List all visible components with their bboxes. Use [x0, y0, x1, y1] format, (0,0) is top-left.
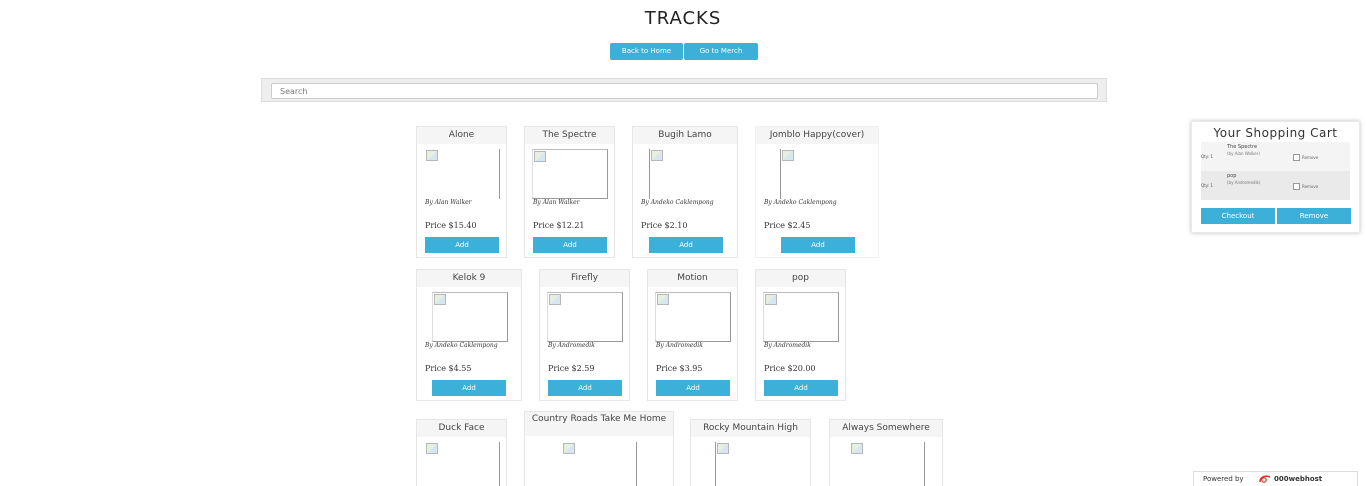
track-cover-image — [715, 442, 789, 486]
go-to-merch-button[interactable]: Go to Merch — [684, 43, 758, 60]
track-title: Rocky Mountain High — [691, 420, 810, 437]
track-card: Firefly By Andromedik Price $2.59 Add — [539, 269, 630, 401]
track-card: pop By Andromedik Price $20.00 Add — [755, 269, 846, 401]
add-to-cart-button[interactable]: Add — [649, 237, 723, 253]
track-cover-image — [425, 149, 500, 199]
track-card: Duck Face — [416, 419, 507, 486]
checkout-button[interactable]: Checkout — [1201, 208, 1275, 224]
track-price: Price $4.55 — [425, 364, 472, 373]
track-title: Duck Face — [417, 420, 506, 437]
host-name: 000webhost — [1274, 475, 1323, 483]
track-cover-image — [532, 149, 608, 199]
cart-item-qty: Qty: 1 — [1201, 183, 1213, 188]
track-cover-image — [850, 442, 925, 486]
powered-by-label: Powered by — [1203, 475, 1244, 483]
add-to-cart-button[interactable]: Add — [656, 380, 730, 396]
track-title: Motion — [648, 270, 737, 287]
track-title: pop — [756, 270, 845, 287]
track-artist: By Alan Walker — [425, 199, 472, 206]
track-title: Firefly — [540, 270, 629, 287]
track-price: Price $2.10 — [641, 221, 688, 230]
track-artist: By Andromedik — [764, 342, 811, 349]
cart-item: Qty: 1 pop (by Andromedik) Remove — [1201, 171, 1350, 200]
cart-title: Your Shopping Cart — [1213, 126, 1338, 140]
add-to-cart-button[interactable]: Add — [425, 237, 499, 253]
track-artist: By Andeko Caklempong — [641, 199, 714, 206]
remove-button[interactable]: Remove — [1277, 208, 1351, 224]
track-title: The Spectre — [525, 127, 614, 144]
page-title: TRACKS — [644, 8, 722, 29]
back-to-home-button[interactable]: Back to Home — [610, 43, 683, 60]
cart-item: Qty: 1 The Spectre (by Alan Walker) Remo… — [1201, 142, 1350, 171]
track-title: Always Somewhere — [830, 420, 942, 437]
track-artist: By Alan Walker — [533, 199, 580, 206]
track-artist: By Andromedik — [656, 342, 703, 349]
track-card: Bugih Lamo By Andeko Caklempong Price $2… — [632, 126, 738, 258]
track-cover-image — [763, 292, 839, 342]
track-card: Rocky Mountain High — [690, 419, 811, 486]
track-artist: By Andeko Caklempong — [425, 342, 498, 349]
track-title: Alone — [417, 127, 506, 144]
add-to-cart-button[interactable]: Add — [548, 380, 622, 396]
track-price: Price $20.00 — [764, 364, 816, 373]
cart-item-remove-label: Remove — [1302, 184, 1319, 189]
track-card: Jomblo Happy(cover) By Andeko Caklempong… — [755, 126, 879, 258]
track-card: Kelok 9 By Andeko Caklempong Price $4.55… — [416, 269, 522, 401]
shopping-cart-panel: Your Shopping Cart Qty: 1 The Spectre (b… — [1191, 121, 1360, 233]
track-price: Price $2.45 — [764, 221, 811, 230]
cart-item-remove-label: Remove — [1302, 155, 1319, 160]
cart-item-qty: Qty: 1 — [1201, 154, 1213, 159]
track-card: Motion By Andromedik Price $3.95 Add — [647, 269, 738, 401]
track-title: Country Roads Take Me Home — [525, 412, 673, 436]
track-cover-image — [780, 149, 854, 199]
track-card: Always Somewhere — [829, 419, 943, 486]
cart-item-remove-checkbox[interactable] — [1293, 154, 1300, 161]
track-card: Country Roads Take Me Home — [524, 411, 674, 486]
track-price: Price $2.59 — [548, 364, 595, 373]
track-artist: By Andromedik — [548, 342, 595, 349]
track-artist: By Andeko Caklempong — [764, 199, 837, 206]
track-title: Bugih Lamo — [633, 127, 737, 144]
add-to-cart-button[interactable]: Add — [764, 380, 838, 396]
add-to-cart-button[interactable]: Add — [533, 237, 607, 253]
powered-by-badge[interactable]: Powered by 000webhost — [1193, 471, 1358, 486]
cart-item-remove-checkbox[interactable] — [1293, 183, 1300, 190]
track-cover-image — [562, 442, 637, 486]
add-to-cart-button[interactable]: Add — [432, 380, 506, 396]
track-cover-image — [432, 292, 508, 342]
cart-item-artist: (by Andromedik) — [1227, 180, 1261, 185]
track-card: Alone By Alan Walker Price $15.40 Add — [416, 126, 507, 258]
track-title: Jomblo Happy(cover) — [756, 127, 878, 144]
add-to-cart-button[interactable]: Add — [781, 237, 855, 253]
track-title: Kelok 9 — [417, 270, 521, 287]
track-price: Price $3.95 — [656, 364, 703, 373]
cart-item-artist: (by Alan Walker) — [1227, 151, 1260, 156]
track-card: The Spectre By Alan Walker Price $12.21 … — [524, 126, 615, 258]
track-price: Price $15.40 — [425, 221, 477, 230]
track-cover-image — [547, 292, 623, 342]
webhost-logo-icon — [1259, 475, 1271, 483]
cart-item-name: The Spectre — [1227, 144, 1258, 150]
track-cover-image — [655, 292, 731, 342]
track-cover-image — [649, 149, 723, 199]
track-cover-image — [425, 442, 500, 486]
search-input[interactable] — [271, 83, 1098, 99]
cart-item-name: pop — [1227, 173, 1237, 179]
track-price: Price $12.21 — [533, 221, 585, 230]
search-bar — [261, 78, 1107, 102]
